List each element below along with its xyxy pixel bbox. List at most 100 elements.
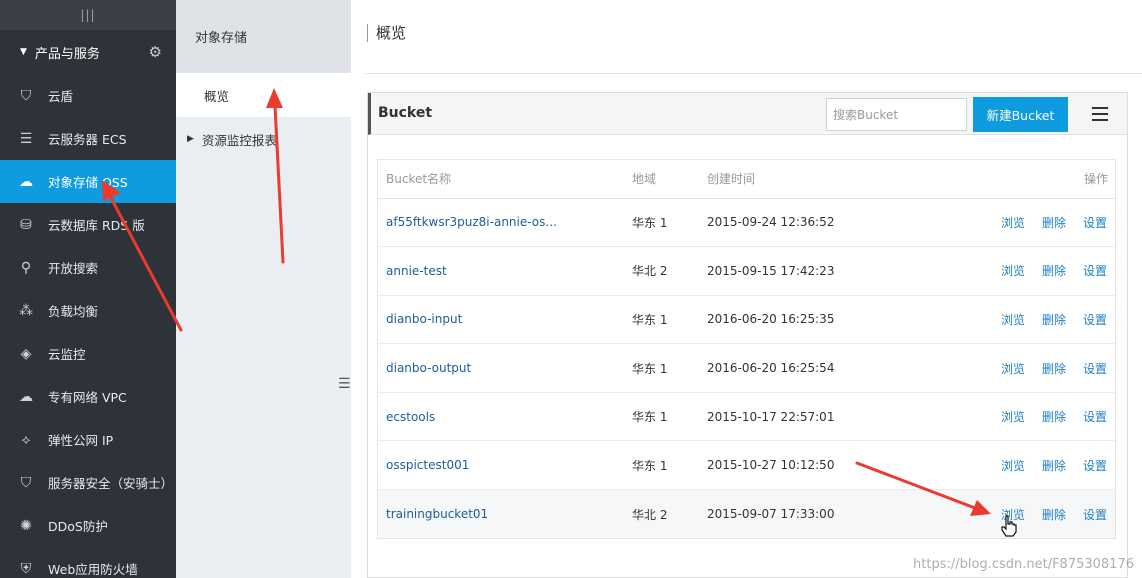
table-row: dianbo-input 华东 1 2016-06-20 16:25:35 浏览… (378, 295, 1115, 345)
sidebar-toggle[interactable]: ||| (0, 0, 176, 30)
delete-link[interactable]: 删除 (1042, 313, 1066, 327)
bucket-created-time: 2015-10-27 10:12:50 (707, 440, 957, 491)
delete-link[interactable]: 删除 (1042, 216, 1066, 230)
menu-icon[interactable] (1086, 100, 1114, 128)
sidebar-item-label: Web应用防火墙 (48, 562, 138, 577)
bucket-created-time: 2015-09-15 17:42:23 (707, 246, 957, 296)
bucket-created-time: 2016-06-20 16:25:54 (707, 343, 957, 393)
sidebar-item-opensearch[interactable]: ⚲ 开放搜索 (0, 246, 176, 289)
sidebar-item-label: 开放搜索 (48, 261, 99, 276)
sidebar-item-label: 云数据库 RDS 版 (48, 218, 145, 233)
oss-subnav: 对象存储 概览 ▶ 资源监控报表 (176, 0, 351, 578)
bucket-search-input[interactable] (826, 98, 967, 131)
bucket-name-link[interactable]: dianbo-input (386, 312, 462, 326)
bucket-region: 华东 1 (632, 295, 707, 345)
caret-right-icon: ▶ (187, 134, 194, 144)
settings-link[interactable]: 设置 (1083, 264, 1107, 278)
settings-link[interactable]: 设置 (1083, 459, 1107, 473)
bucket-created-time: 2015-09-07 17:33:00 (707, 489, 957, 539)
bucket-name-link[interactable]: trainingbucket01 (386, 507, 488, 521)
sidebar-item-label: 对象存储 OSS (48, 175, 128, 190)
caret-down-icon: ▼ (20, 47, 27, 57)
sidebar-item-label: 云监控 (48, 347, 86, 362)
bucket-name-link[interactable]: osspictest001 (386, 458, 469, 472)
bucket-region: 华北 2 (632, 489, 707, 539)
subnav-item-resource-report[interactable]: ▶ 资源监控报表 (176, 117, 351, 161)
bucket-created-time: 2016-06-20 16:25:35 (707, 295, 957, 345)
sidebar-item-label: 专有网络 VPC (48, 390, 127, 405)
sidebar-item-label: 弹性公网 IP (48, 433, 114, 448)
ddos-icon: ✺ (20, 517, 32, 534)
network-icon: ⁂ (19, 302, 33, 319)
sidebar-item-label: 云盾 (48, 89, 74, 104)
sidebar-item-vpc[interactable]: ☁ 专有网络 VPC (0, 375, 176, 418)
browse-link[interactable]: 浏览 (1001, 410, 1025, 424)
title-divider (365, 73, 1142, 74)
table-row: af55ftkwsr3puz8i-annie-os... 华东 1 2015-0… (378, 198, 1115, 248)
browse-link[interactable]: 浏览 (1001, 459, 1025, 473)
delete-link[interactable]: 删除 (1042, 264, 1066, 278)
sidebar-item-yundun[interactable]: ⛉ 云盾 (0, 74, 176, 117)
sidebar-item-label: 负载均衡 (48, 304, 99, 319)
sidebar-item-cloudmonitor[interactable]: ◈ 云监控 (0, 332, 176, 375)
sidebar-item-aegis[interactable]: ⛉ 服务器安全（安骑士） (0, 461, 176, 504)
sidebar-item-oss[interactable]: ☁ 对象存储 OSS (0, 160, 176, 203)
browse-link[interactable]: 浏览 (1001, 362, 1025, 376)
bucket-panel-title: Bucket (378, 105, 433, 121)
bucket-name-link[interactable]: annie-test (386, 264, 447, 278)
products-services-header[interactable]: ▼ 产品与服务 ⚙ (0, 30, 176, 74)
settings-link[interactable]: 设置 (1083, 313, 1107, 327)
sidebar-item-waf[interactable]: ⛨ Web应用防火墙 (0, 547, 176, 578)
bucket-table: Bucket名称 地域 创建时间 操作 af55ftkwsr3puz8i-ann… (377, 159, 1116, 540)
settings-link[interactable]: 设置 (1083, 362, 1107, 376)
subnav-item-label: 资源监控报表 (201, 132, 277, 148)
col-header-name: Bucket名称 (378, 160, 632, 199)
col-header-actions: 操作 (957, 160, 1115, 199)
subnav-item-overview[interactable]: 概览 (176, 73, 351, 117)
browse-link[interactable]: 浏览 (1001, 216, 1025, 230)
gear-icon[interactable]: ⚙ (149, 43, 162, 61)
search-icon: ⚲ (20, 259, 32, 276)
sidebar-item-rds[interactable]: ⛁ 云数据库 RDS 版 (0, 203, 176, 246)
sidebar-item-ecs[interactable]: ☰ 云服务器 ECS (0, 117, 176, 160)
table-row: ecstools 华东 1 2015-10-17 22:57:01 浏览 删除 设置 (378, 392, 1115, 442)
server-icon: ☰ (19, 130, 33, 147)
firewall-icon: ⛨ (20, 560, 32, 577)
bucket-name-link[interactable]: af55ftkwsr3puz8i-annie-os... (386, 215, 557, 229)
bucket-created-time: 2015-09-24 12:36:52 (707, 198, 957, 248)
shield-icon: ⛉ (20, 87, 32, 104)
sidebar-item-label: DDoS防护 (48, 519, 108, 534)
sidebar-item-ddos[interactable]: ✺ DDoS防护 (0, 504, 176, 547)
collapse-subnav-icon[interactable]: ☰ (338, 376, 352, 400)
sidebar-item-slb[interactable]: ⁂ 负载均衡 (0, 289, 176, 332)
hand-cursor-icon (1001, 515, 1017, 537)
bucket-name-link[interactable]: dianbo-output (386, 361, 471, 375)
browse-link[interactable]: 浏览 (1001, 264, 1025, 278)
bucket-name-link[interactable]: ecstools (386, 410, 435, 424)
monitor-icon: ◈ (20, 345, 32, 362)
delete-link[interactable]: 删除 (1042, 508, 1066, 522)
sidebar-item-label: 云服务器 ECS (48, 132, 127, 147)
browse-link[interactable]: 浏览 (1001, 313, 1025, 327)
sidebar-item-label: 服务器安全（安骑士） (48, 476, 174, 491)
settings-link[interactable]: 设置 (1083, 216, 1107, 230)
table-header-row: Bucket名称 地域 创建时间 操作 (378, 160, 1115, 199)
col-header-region: 地域 (632, 160, 707, 199)
table-row: osspictest001 华东 1 2015-10-27 10:12:50 浏… (378, 440, 1115, 491)
bucket-panel-header: Bucket 新建Bucket (368, 93, 1127, 135)
settings-link[interactable]: 设置 (1083, 410, 1107, 424)
bucket-panel: Bucket 新建Bucket Bucket名称 地域 创建时间 操作 af55… (367, 92, 1128, 578)
cloud-upload-icon: ☁ (19, 173, 33, 190)
delete-link[interactable]: 删除 (1042, 410, 1066, 424)
sidebar-item-eip[interactable]: ⟡ 弹性公网 IP (0, 418, 176, 461)
bucket-region: 华北 2 (632, 246, 707, 296)
new-bucket-button[interactable]: 新建Bucket (973, 97, 1068, 132)
delete-link[interactable]: 删除 (1042, 459, 1066, 473)
settings-link[interactable]: 设置 (1083, 508, 1107, 522)
subnav-title: 对象存储 (176, 0, 351, 73)
products-services-label: 产品与服务 (34, 46, 100, 62)
col-header-created: 创建时间 (707, 160, 957, 199)
database-icon: ⛁ (20, 216, 32, 233)
delete-link[interactable]: 删除 (1042, 362, 1066, 376)
subnav-item-label: 概览 (204, 88, 230, 104)
